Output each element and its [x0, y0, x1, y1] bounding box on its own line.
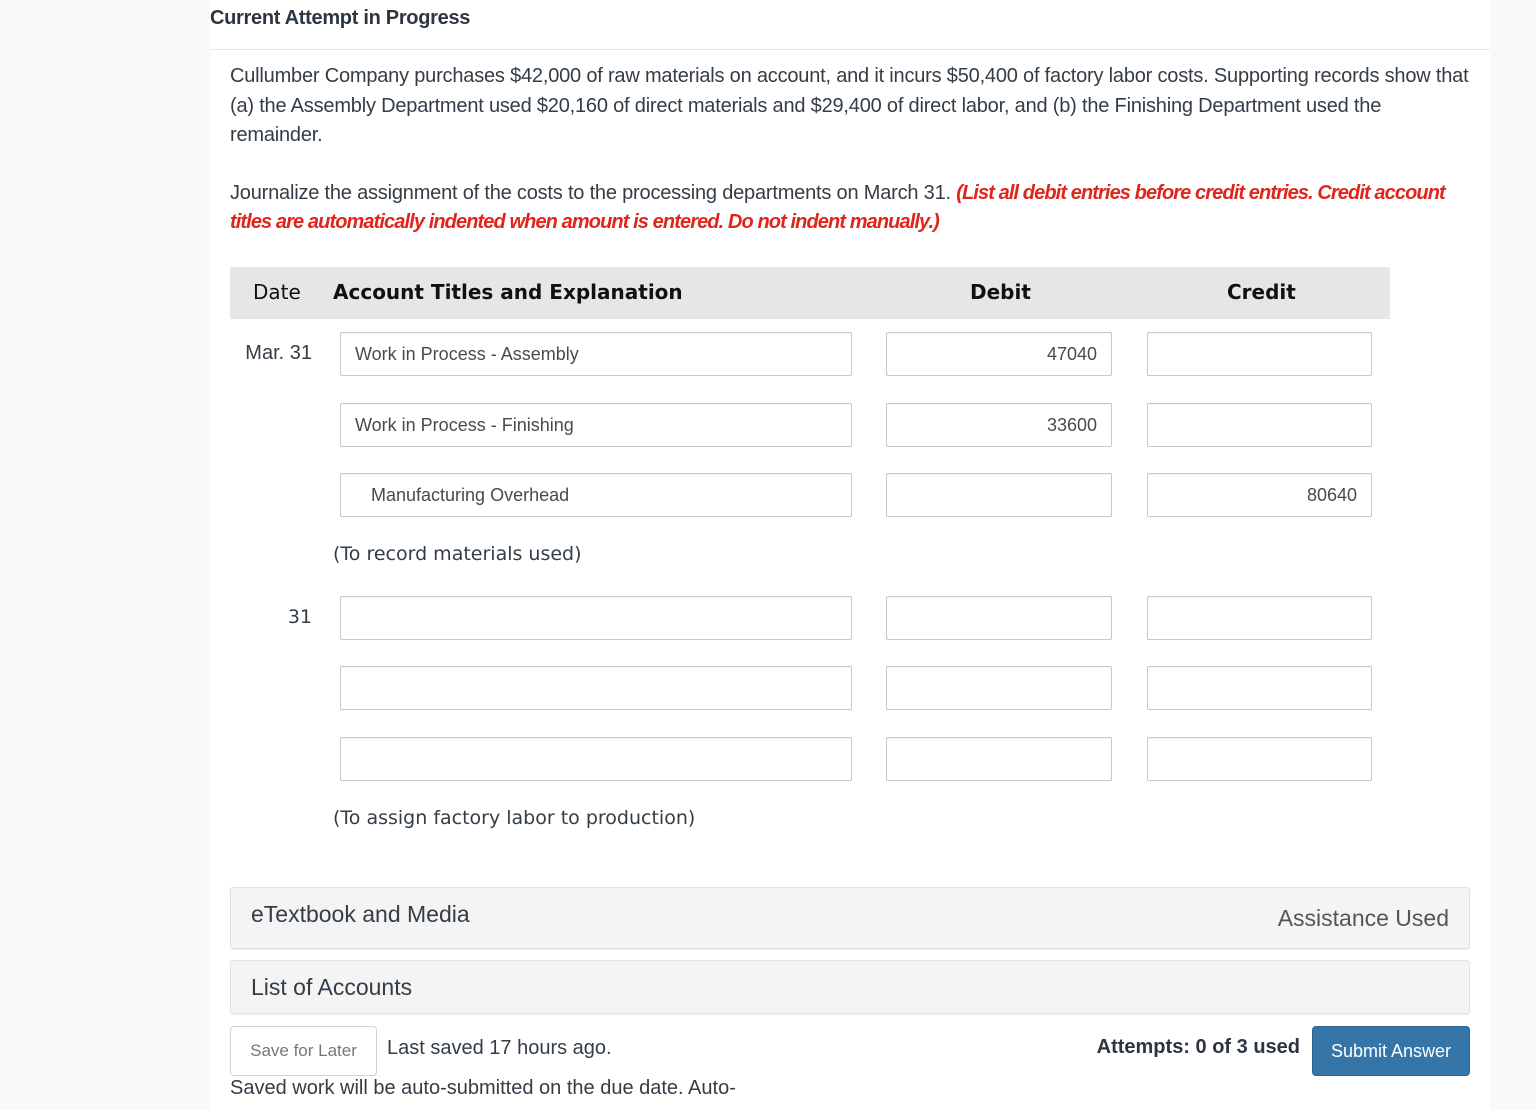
- instruction-text: Journalize the assignment of the costs t…: [230, 179, 1450, 237]
- account-title-input[interactable]: [340, 596, 852, 640]
- header-date: Date: [253, 280, 301, 304]
- debit-input[interactable]: [886, 596, 1112, 640]
- submit-answer-button[interactable]: Submit Answer: [1312, 1026, 1470, 1076]
- etextbook-accordion[interactable]: eTextbook and Media Assistance Used: [230, 887, 1470, 949]
- account-title-input[interactable]: [340, 737, 852, 781]
- debit-input[interactable]: [886, 666, 1112, 710]
- account-title-input[interactable]: [340, 473, 852, 517]
- entry-explanation: (To record materials used): [333, 543, 582, 565]
- list-of-accounts-label: List of Accounts: [251, 974, 413, 1000]
- account-title-input[interactable]: [340, 403, 852, 447]
- credit-input[interactable]: [1147, 737, 1372, 781]
- journal-row: [230, 737, 1410, 781]
- list-of-accounts-accordion[interactable]: List of Accounts: [230, 960, 1470, 1014]
- instruction-main: Journalize the assignment of the costs t…: [230, 182, 957, 204]
- etextbook-label: eTextbook and Media: [251, 901, 470, 927]
- journal-row: [230, 473, 1410, 517]
- journal-row: Mar. 31: [230, 332, 1410, 376]
- account-title-input[interactable]: [340, 332, 852, 376]
- journal-row: 31: [230, 596, 1410, 640]
- credit-input[interactable]: [1147, 596, 1372, 640]
- journal-row: [230, 403, 1410, 447]
- entry-date: 31: [287, 606, 312, 628]
- last-saved-text: Last saved 17 hours ago.: [387, 1037, 612, 1059]
- debit-input[interactable]: [886, 332, 1112, 376]
- credit-input[interactable]: [1147, 666, 1372, 710]
- debit-input[interactable]: [886, 473, 1112, 517]
- question-text: Cullumber Company purchases $42,000 of r…: [230, 65, 1469, 146]
- header-credit: Credit: [1227, 280, 1296, 304]
- question-panel: Current Attempt in Progress Cullumber Co…: [210, 0, 1490, 1110]
- journal-table-header: Date Account Titles and Explanation Debi…: [230, 267, 1390, 319]
- credit-input[interactable]: [1147, 403, 1372, 447]
- journal-row: [230, 666, 1410, 710]
- attempts-counter: Attempts: 0 of 3 used: [1096, 1036, 1300, 1058]
- header-debit: Debit: [970, 280, 1031, 304]
- attempt-header: Current Attempt in Progress: [210, 0, 1490, 50]
- entry-explanation: (To assign factory labor to production): [333, 807, 696, 829]
- credit-input[interactable]: [1147, 473, 1372, 517]
- auto-submit-note: Saved work will be auto-submitted on the…: [230, 1077, 736, 1099]
- assistance-used-label: Assistance Used: [1277, 905, 1449, 931]
- credit-input[interactable]: [1147, 332, 1372, 376]
- entry-date: Mar. 31: [245, 342, 312, 364]
- debit-input[interactable]: [886, 403, 1112, 447]
- save-for-later-button[interactable]: Save for Later: [230, 1026, 377, 1076]
- account-title-input[interactable]: [340, 666, 852, 710]
- header-account: Account Titles and Explanation: [333, 280, 683, 304]
- debit-input[interactable]: [886, 737, 1112, 781]
